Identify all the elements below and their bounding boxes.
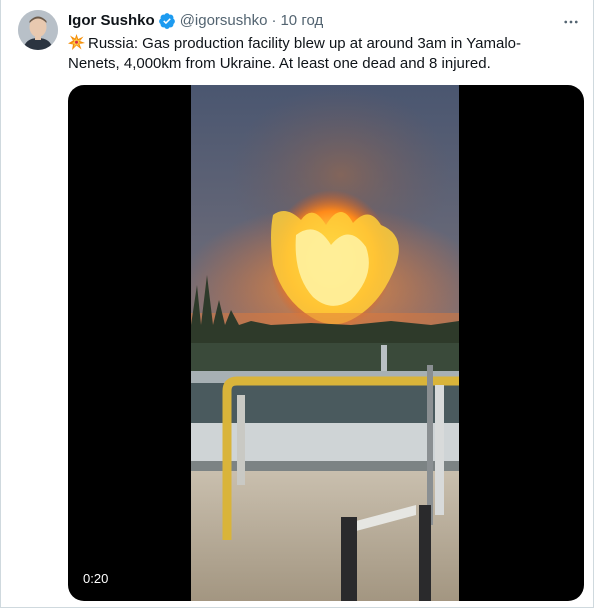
avatar[interactable] bbox=[18, 10, 58, 50]
tweet-card[interactable]: Igor Sushko @igorsushko · 10 год Russia:… bbox=[0, 0, 594, 608]
tweet-timestamp[interactable]: 10 год bbox=[280, 11, 323, 31]
video-thumbnail-image bbox=[191, 85, 459, 601]
verified-badge-icon bbox=[158, 12, 176, 30]
tweet-body: Russia: Gas production facility blew up … bbox=[68, 35, 522, 72]
avatar-image bbox=[18, 10, 58, 50]
video-frame bbox=[191, 85, 459, 601]
tweet-text: Russia: Gas production facility blew up … bbox=[68, 34, 568, 74]
tweet-header: Igor Sushko @igorsushko · 10 год bbox=[68, 11, 577, 31]
more-dots-icon[interactable] bbox=[559, 10, 583, 34]
collision-emoji-icon bbox=[68, 34, 85, 50]
author-handle[interactable]: @igorsushko bbox=[180, 11, 268, 31]
video-player[interactable]: 0:20 bbox=[68, 85, 584, 601]
author-name[interactable]: Igor Sushko bbox=[68, 11, 155, 31]
separator-dot: · bbox=[271, 12, 277, 29]
video-duration: 0:20 bbox=[83, 571, 109, 586]
